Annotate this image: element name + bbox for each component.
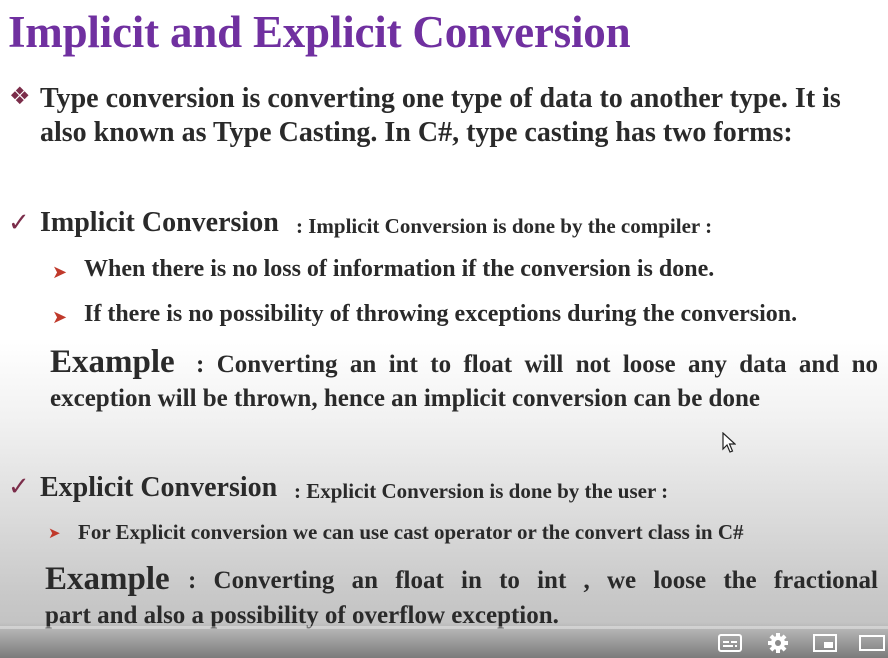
explicit-description: : Explicit Conversion is done by the use… [294,479,669,503]
implicit-heading: Implicit Conversion [40,207,279,238]
implicit-description: : Implicit Conversion is done by the com… [296,214,713,238]
implicit-example-line-2: exception will be thrown, hence an impli… [50,385,760,412]
checkmark-icon: ✓ [8,472,30,502]
arrow-bullet-icon: ➤ [52,262,68,283]
settings-button[interactable] [765,632,791,654]
miniplayer-icon [813,634,837,652]
subtitles-button[interactable] [717,632,743,654]
theater-mode-button[interactable] [859,632,885,654]
explicit-example-label: Example [45,561,170,597]
intro-line-2: also known as Type Casting. In C#, type … [40,117,793,148]
gear-icon [768,633,788,653]
explicit-point-1: For Explicit conversion we can use cast … [78,520,744,544]
diamond-bullet-icon: ❖ [9,82,31,110]
implicit-point-1: When there is no loss of information if … [84,256,715,282]
intro-line-1: Type conversion is converting one type o… [40,83,841,114]
implicit-point-2: If there is no possibility of throwing e… [84,301,798,327]
implicit-example-label: Example [50,344,175,380]
mouse-cursor-icon [722,432,736,453]
miniplayer-button[interactable] [812,632,838,654]
explicit-heading: Explicit Conversion [40,472,278,503]
arrow-bullet-icon: ➤ [48,524,61,542]
theater-mode-icon [859,635,885,651]
explicit-example-line-1: : Converting an float in to int , we loo… [188,567,878,594]
slide-title: Implicit and Explicit Conversion [8,7,631,57]
progress-bar[interactable] [0,626,888,629]
implicit-example-line-1: : Converting an int to float will not lo… [196,351,878,378]
arrow-bullet-icon: ➤ [52,307,68,328]
subtitles-icon [718,634,742,652]
checkmark-icon: ✓ [8,208,30,238]
